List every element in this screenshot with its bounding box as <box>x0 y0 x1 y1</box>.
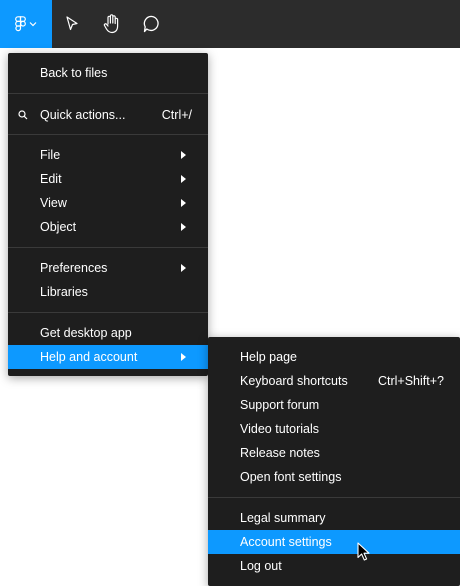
menu-item-open-font-settings[interactable]: Open font settings <box>208 465 460 489</box>
chevron-right-icon <box>181 353 186 361</box>
move-tool-button[interactable] <box>52 0 92 48</box>
menu-divider <box>8 312 208 313</box>
menu-item-quick-actions[interactable]: Quick actions... Ctrl+/ <box>8 103 208 127</box>
chevron-down-icon <box>29 22 37 27</box>
menu-item-label: Get desktop app <box>40 326 132 340</box>
comment-icon <box>143 15 159 33</box>
menu-item-label: Account settings <box>240 535 332 549</box>
help-submenu: Help page Keyboard shortcuts Ctrl+Shift+… <box>208 337 460 586</box>
menu-item-object[interactable]: Object <box>8 215 208 239</box>
comment-tool-button[interactable] <box>132 0 172 48</box>
menu-item-label: View <box>40 196 67 210</box>
menu-item-label: Libraries <box>40 285 88 299</box>
mouse-pointer-icon <box>357 542 370 561</box>
menu-item-label: Help page <box>240 350 297 364</box>
menu-item-label: Keyboard shortcuts <box>240 374 348 388</box>
menu-item-support-forum[interactable]: Support forum <box>208 393 460 417</box>
search-icon <box>18 110 28 120</box>
menu-divider <box>8 93 208 94</box>
menu-item-edit[interactable]: Edit <box>8 167 208 191</box>
menu-item-help-page[interactable]: Help page <box>208 345 460 369</box>
chevron-right-icon <box>181 223 186 231</box>
menu-item-get-desktop-app[interactable]: Get desktop app <box>8 321 208 345</box>
menu-item-label: Legal summary <box>240 511 326 525</box>
menu-item-label: Object <box>40 220 77 234</box>
figma-logo-icon <box>15 16 26 32</box>
menu-item-keyboard-shortcuts[interactable]: Keyboard shortcuts Ctrl+Shift+? <box>208 369 460 393</box>
menu-item-shortcut: Ctrl+Shift+? <box>377 374 444 388</box>
menu-item-preferences[interactable]: Preferences <box>8 256 208 280</box>
menu-item-log-out[interactable]: Log out <box>208 554 460 578</box>
menu-item-label: Log out <box>240 559 282 573</box>
menu-item-label: Release notes <box>240 446 320 460</box>
move-cursor-icon <box>66 16 78 31</box>
menu-item-label: Edit <box>40 172 62 186</box>
menu-item-label: Quick actions... <box>40 108 126 122</box>
menu-item-label: Open font settings <box>240 470 342 484</box>
chevron-right-icon <box>181 175 186 183</box>
menu-item-label: Preferences <box>40 261 108 275</box>
menu-item-file[interactable]: File <box>8 143 208 167</box>
menu-divider <box>8 134 208 135</box>
menu-item-label: Help and account <box>40 350 138 364</box>
main-menu-button[interactable] <box>0 0 52 48</box>
menu-item-video-tutorials[interactable]: Video tutorials <box>208 417 460 441</box>
menu-item-label: Back to files <box>40 66 108 80</box>
hand-tool-button[interactable] <box>92 0 132 48</box>
menu-divider <box>8 247 208 248</box>
menu-item-help-and-account[interactable]: Help and account <box>8 345 208 369</box>
menu-item-back-to-files[interactable]: Back to files <box>8 61 208 85</box>
menu-item-view[interactable]: View <box>8 191 208 215</box>
menu-item-label: Video tutorials <box>240 422 319 436</box>
menu-item-shortcut: Ctrl+/ <box>161 108 192 122</box>
menu-item-account-settings[interactable]: Account settings <box>208 530 460 554</box>
menu-item-label: File <box>40 148 61 162</box>
menu-item-label: Support forum <box>240 398 320 412</box>
toolbar <box>0 0 460 48</box>
menu-divider <box>208 497 460 498</box>
hand-icon <box>103 14 119 34</box>
chevron-right-icon <box>181 151 186 159</box>
menu-item-libraries[interactable]: Libraries <box>8 280 208 304</box>
menu-item-release-notes[interactable]: Release notes <box>208 441 460 465</box>
main-menu: Back to files Quick actions... Ctrl+/ Fi… <box>8 53 208 376</box>
chevron-right-icon <box>181 264 186 272</box>
chevron-right-icon <box>181 199 186 207</box>
menu-item-legal-summary[interactable]: Legal summary <box>208 506 460 530</box>
